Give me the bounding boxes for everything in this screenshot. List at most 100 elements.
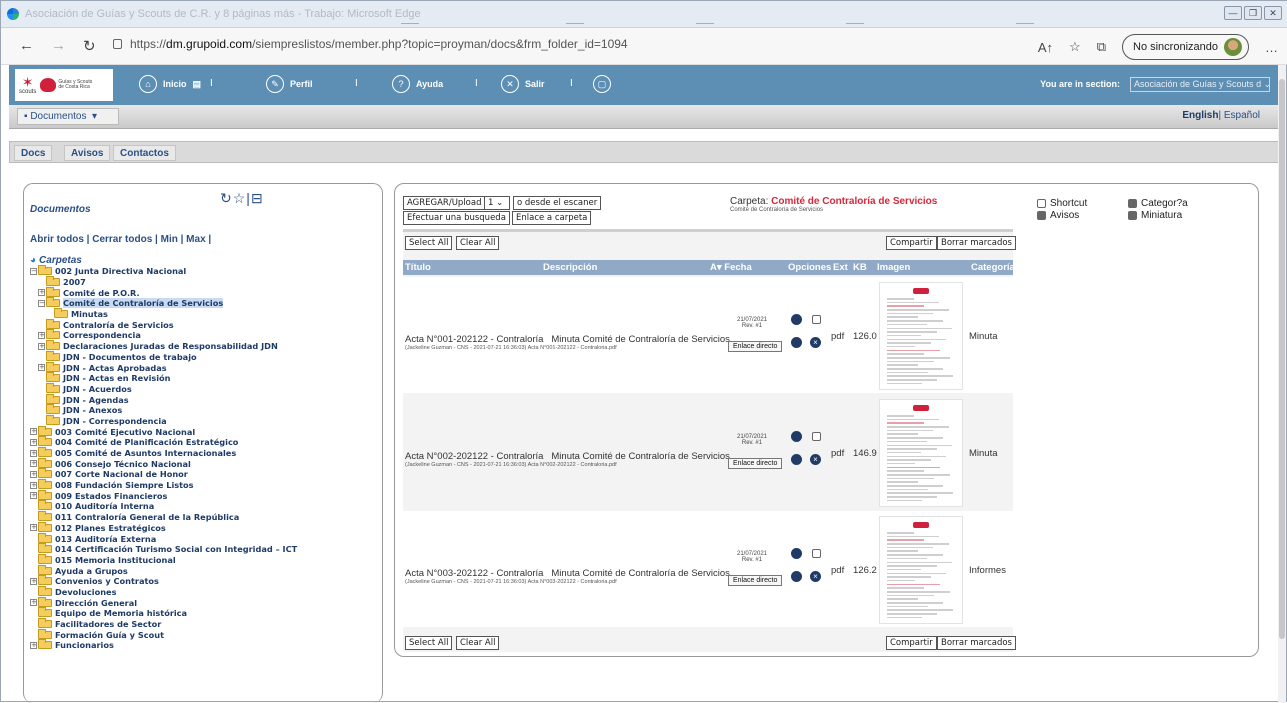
doc-title[interactable]: Acta N°001-202122 - Contraloría Minuta C…	[405, 334, 730, 345]
row-checkbox[interactable]	[812, 549, 821, 558]
tree-node-label[interactable]: Formación Guía y Scout	[55, 630, 164, 640]
delete-marked-button[interactable]: Borrar marcados	[937, 236, 1016, 250]
tree-node[interactable]: JDN - Actas en Revisión	[30, 372, 380, 384]
tree-node[interactable]: +012 Planes Estratégicos	[30, 521, 380, 534]
share-button[interactable]: Compartir	[886, 236, 937, 250]
tree-node[interactable]: JDN - Documentos de trabajo	[30, 350, 380, 363]
row-checkbox[interactable]	[812, 432, 821, 441]
collapse-icon[interactable]: ⊟	[251, 190, 264, 206]
expand-icon[interactable]: +	[30, 460, 37, 468]
tree-node[interactable]: + Declaraciones Juradas de Responsabilida…	[30, 340, 380, 352]
link-folder-button[interactable]: Enlace a carpeta	[512, 211, 592, 225]
expand-icon[interactable]: +	[38, 331, 45, 339]
tree-node[interactable]: Equipo de Memoria histórica	[30, 607, 380, 619]
tree-node[interactable]: + Comité de P.O.R.	[30, 286, 380, 298]
tree-node-label[interactable]: 006 Consejo Técnico Nacional	[55, 459, 191, 469]
collections-icon[interactable]: ⧉	[1097, 39, 1106, 55]
search-button[interactable]: Efectuar una busqueda	[403, 211, 510, 225]
tree-node[interactable]: 013 Auditoría Externa	[30, 532, 380, 544]
tree-node-label[interactable]: Devoluciones	[55, 587, 117, 597]
tree-node-label[interactable]: JDN - Actas en Revisión	[63, 373, 171, 383]
refresh-icon[interactable]: ↻	[83, 37, 96, 55]
expand-icon[interactable]: +	[38, 289, 45, 297]
tree-node-label[interactable]: 007 Corte Nacional de Honor	[55, 469, 188, 479]
expand-icon[interactable]: +	[30, 641, 37, 649]
doc-thumbnail[interactable]	[879, 399, 963, 507]
doc-title[interactable]: Acta N°002-202122 - Contraloría Minuta C…	[405, 451, 730, 462]
tree-node[interactable]: JDN - Agendas	[30, 393, 380, 405]
download-icon[interactable]	[791, 431, 802, 442]
read-aloud-icon[interactable]: A↑	[1038, 40, 1053, 55]
tree-node[interactable]: + Dirección General	[30, 596, 380, 608]
tree-root[interactable]: ◕ Carpetas	[30, 254, 380, 266]
share-button-bottom[interactable]: Compartir	[886, 636, 937, 650]
tree-node[interactable]: +006 Consejo Técnico Nacional	[30, 457, 380, 469]
doc-title[interactable]: Acta N°003-202122 - Contraloría Minuta C…	[405, 568, 730, 579]
clear-all-button-bottom[interactable]: Clear All	[456, 636, 500, 650]
expand-icon[interactable]: +	[38, 364, 45, 372]
page-scrollbar[interactable]	[1278, 65, 1286, 703]
tree-node-label[interactable]: JDN - Anexos	[63, 405, 122, 415]
scanner-button[interactable]: o desde el escaner	[513, 196, 602, 210]
tree-node-label[interactable]: 004 Comité de Planificación Estratégico	[55, 437, 238, 447]
collapse-icon[interactable]: −	[30, 267, 37, 275]
direct-link-button[interactable]: Enlace directo	[728, 575, 783, 586]
col-titulo[interactable]: Título	[405, 262, 431, 273]
section-select[interactable]: Asociación de Guías y Scouts d ⌄	[1130, 77, 1270, 92]
tree-node-label[interactable]: Correspondencia	[63, 330, 141, 340]
opt-avisos[interactable]: Avisos	[1037, 210, 1079, 221]
url-field[interactable]: https://dm.grupoid.com/siempreslistos/me…	[113, 37, 628, 51]
expand-icon[interactable]: +	[30, 492, 37, 500]
tree-node[interactable]: 010 Auditoría Interna	[30, 500, 380, 512]
tree-node-label[interactable]: 013 Auditoría Externa	[55, 534, 156, 544]
upload-button[interactable]: AGREGAR/Upload	[403, 196, 486, 210]
select-all-button-bottom[interactable]: Select All	[405, 636, 453, 650]
edit-icon[interactable]	[791, 337, 802, 348]
expand-icon[interactable]: +	[30, 577, 37, 585]
row-checkbox[interactable]	[812, 315, 821, 324]
upload-count-select[interactable]: 1 ⌄	[484, 196, 510, 210]
more-menu-icon[interactable]: …	[1265, 40, 1278, 55]
expand-icon[interactable]: +	[30, 438, 37, 446]
expand-icon[interactable]: +	[30, 481, 37, 489]
tree-node-label[interactable]: Equipo de Memoria histórica	[55, 608, 187, 618]
tree-node-label[interactable]: 005 Comité de Asuntos Internacionales	[55, 448, 236, 458]
tree-node[interactable]: JDN - Acuerdos	[30, 382, 380, 395]
col-descripcion[interactable]: Descripción	[543, 262, 597, 273]
tree-node[interactable]: Contraloría de Servicios	[30, 318, 380, 330]
opt-categoria[interactable]: Categor?a	[1128, 198, 1188, 209]
tab-avisos[interactable]: Avisos	[64, 145, 111, 161]
delete-icon[interactable]: ×	[810, 454, 821, 465]
tree-node[interactable]: Ayuda a Grupos	[30, 564, 380, 576]
doc-thumbnail[interactable]	[879, 282, 963, 390]
tree-node-label[interactable]: 014 Certificación Turismo Social con Int…	[55, 544, 297, 554]
tab-contactos[interactable]: Contactos	[113, 145, 176, 161]
expand-icon[interactable]: +	[30, 449, 37, 457]
nav-ayuda[interactable]: ? Ayuda	[392, 75, 443, 93]
tree-node-label[interactable]: Minutas	[71, 309, 108, 319]
tree-node-label[interactable]: Contraloría de Servicios	[63, 320, 174, 330]
back-icon[interactable]: ←	[19, 37, 34, 54]
direct-link-button[interactable]: Enlace directo	[728, 458, 783, 469]
edit-icon[interactable]	[791, 454, 802, 465]
tree-node[interactable]: Devoluciones	[30, 585, 380, 598]
tree-node[interactable]: 014 Certificación Turismo Social con Int…	[30, 543, 380, 555]
tree-node[interactable]: + Convenios y Contratos	[30, 575, 380, 587]
tree-node-label[interactable]: JDN - Acuerdos	[63, 384, 132, 394]
tree-node-label[interactable]: 2007	[63, 277, 86, 287]
edit-icon[interactable]	[791, 571, 802, 582]
tree-node-label[interactable]: 003 Comité Ejecutivo Nacional	[55, 427, 195, 437]
clear-all-button[interactable]: Clear All	[456, 236, 500, 250]
close-button[interactable]: ✕	[1264, 6, 1282, 20]
forward-icon[interactable]: →	[51, 37, 66, 54]
tree-node-label[interactable]: JDN - Documentos de trabajo	[63, 352, 197, 362]
nav-inicio[interactable]: ⌂ Inicio ▤	[139, 75, 201, 93]
tree-node[interactable]: +007 Corte Nacional de Honor	[30, 468, 380, 480]
tree-node[interactable]: 2007	[30, 276, 380, 288]
tree-links[interactable]: Abrir todos | Cerrar todos | Min | Max |	[30, 234, 211, 245]
tree-node-label[interactable]: 002 Junta Directiva Nacional	[55, 266, 186, 276]
tree-node-label[interactable]: Comité de Contraloría de Servicios	[63, 298, 224, 309]
collapse-icon[interactable]: −	[38, 299, 45, 307]
doc-thumbnail[interactable]	[879, 516, 963, 624]
tree-node[interactable]: + JDN - Actas Aprobadas	[30, 361, 380, 373]
